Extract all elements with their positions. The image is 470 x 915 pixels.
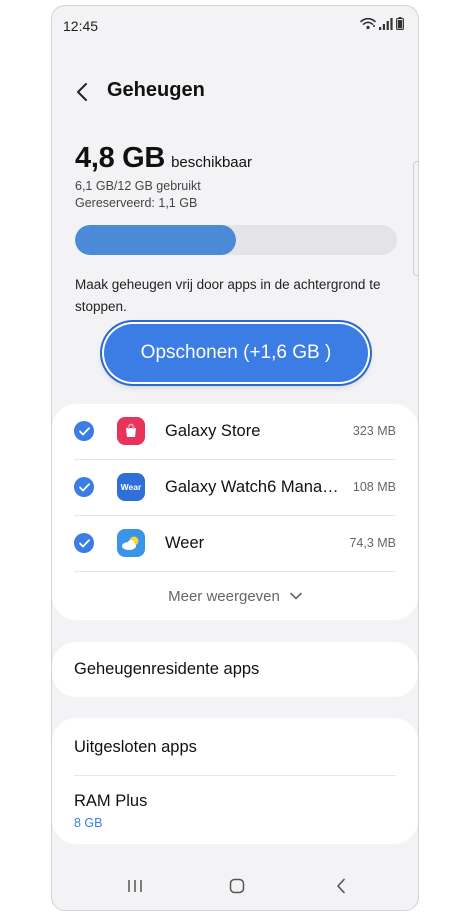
- app-size: 323 MB: [352, 424, 396, 438]
- back-icon: [337, 878, 345, 894]
- app-row-galaxy-watch6-manager[interactable]: Wear Galaxy Watch6 Manager 108 MB: [52, 460, 418, 516]
- ram-plus-value: 8 GB: [74, 816, 103, 830]
- status-icons: [360, 17, 404, 30]
- apps-card: Galaxy Store 323 MB Wear Galaxy Watch6 M…: [52, 404, 418, 620]
- settings-card: Uitgesloten apps RAM Plus 8 GB: [52, 718, 418, 844]
- chevron-left-icon: [77, 83, 87, 101]
- app-checkbox[interactable]: [74, 533, 94, 553]
- available-memory: 4,8 GB beschikbaar: [75, 142, 252, 175]
- battery-icon: [396, 17, 404, 30]
- header: Geheugen: [52, 66, 418, 118]
- show-more-label: Meer weergeven: [168, 587, 280, 605]
- reserved-memory-text: Gereserveerd: 1,1 GB: [75, 196, 198, 210]
- available-value: 4,8 GB: [75, 142, 166, 174]
- check-icon: [78, 426, 90, 435]
- memory-usage-bar: [75, 225, 397, 255]
- app-row-weer[interactable]: Weer 74,3 MB: [52, 516, 418, 572]
- status-time: 12:45: [63, 18, 99, 34]
- ram-plus-label: RAM Plus: [74, 792, 148, 810]
- status-bar: 12:45: [52, 6, 418, 46]
- home-icon: [229, 878, 245, 894]
- app-size: 74,3 MB: [349, 536, 396, 550]
- app-name: Galaxy Store: [165, 422, 261, 440]
- chevron-down-icon: [290, 592, 302, 600]
- check-icon: [78, 482, 90, 491]
- recents-button[interactable]: [123, 874, 147, 898]
- app-row-galaxy-store[interactable]: Galaxy Store 323 MB: [52, 404, 418, 460]
- app-checkbox[interactable]: [74, 421, 94, 441]
- wifi-icon: [360, 17, 376, 30]
- app-checkbox[interactable]: [74, 477, 94, 497]
- phone-frame: 12:45 Geheugen 4,8 GB beschikbaar 6,1 GB…: [51, 5, 419, 911]
- home-button[interactable]: [225, 874, 249, 898]
- ram-plus-item[interactable]: RAM Plus: [52, 776, 418, 844]
- weather-icon: [117, 529, 145, 557]
- excluded-apps-label: Uitgesloten apps: [74, 738, 197, 756]
- hint-text: Maak geheugen vrij door apps in de achte…: [75, 277, 381, 314]
- nav-back-button[interactable]: [329, 874, 353, 898]
- app-size: 108 MB: [352, 480, 396, 494]
- available-label: beschikbaar: [171, 154, 252, 171]
- signal-icon: [379, 17, 393, 30]
- galaxy-store-icon: [117, 417, 145, 445]
- clean-up-button[interactable]: Opschonen (+1,6 GB ): [104, 324, 368, 382]
- page-title: Geheugen: [107, 79, 205, 101]
- used-memory-text: 6,1 GB/12 GB gebruikt: [75, 179, 201, 193]
- divider: [74, 571, 396, 572]
- resident-apps-card[interactable]: Geheugenresidente apps: [52, 642, 418, 697]
- app-name: Weer: [165, 534, 205, 552]
- recents-icon: [128, 880, 142, 892]
- back-button[interactable]: [70, 78, 94, 106]
- app-name: Galaxy Watch6 Manager: [165, 478, 345, 496]
- show-more-button[interactable]: Meer weergeven: [52, 578, 418, 614]
- scroll-indicator[interactable]: [413, 161, 418, 276]
- wear-icon: Wear: [117, 473, 145, 501]
- navigation-bar: [52, 860, 418, 910]
- check-icon: [78, 538, 90, 547]
- resident-apps-label: Geheugenresidente apps: [74, 660, 260, 678]
- excluded-apps-item[interactable]: Uitgesloten apps: [52, 718, 418, 776]
- memory-usage-fill: [75, 225, 236, 255]
